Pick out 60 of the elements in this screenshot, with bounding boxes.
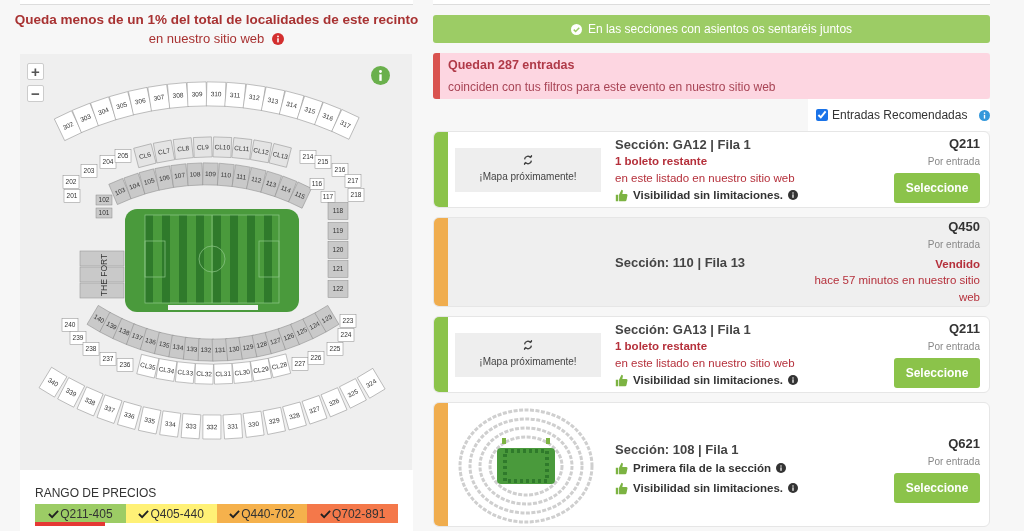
- zoom-in-button[interactable]: +: [27, 63, 44, 80]
- price-note: Por entrada: [927, 340, 980, 354]
- zoom-out-button[interactable]: −: [27, 85, 44, 102]
- map-placeholder-text: ¡Mapa próximamente!: [479, 170, 577, 184]
- price-note: Por entrada: [927, 455, 980, 469]
- recommended-checkbox[interactable]: [816, 109, 828, 121]
- notice-subtitle: en nuestro sitio web: [148, 29, 265, 48]
- seating-banner-text: En las secciones con asientos os sentaréis juntos: [587, 21, 853, 38]
- info-icon: [371, 66, 390, 85]
- feature-text: Visibilidad sin limitaciones.: [633, 480, 783, 496]
- listing-card[interactable]: Sección: 108 | Fila 1 Primera fila de la sección Visibilidad sin limitaciones. Q621 Por entrada Seleccione: [433, 402, 990, 527]
- section-row-label: Sección: 108 | Fila 1: [615, 441, 740, 458]
- check-icon: [48, 508, 60, 519]
- check-icon: [319, 508, 331, 519]
- alert-text: coinciden con tus filtros para este evento en nuestro sitio web: [448, 78, 777, 96]
- tickets-remaining: 1 boleto restante: [615, 338, 709, 354]
- section-row-label: Sección: GA13 | Fila 1: [615, 320, 752, 338]
- sold-note: hace 57 minutos en nuestro sitio web: [813, 272, 980, 305]
- price: Q211: [948, 321, 980, 337]
- thumbs-up-icon: [615, 188, 628, 202]
- info-icon: [788, 483, 798, 493]
- check-circle-icon: [570, 23, 582, 35]
- price-note: Por entrada: [927, 237, 980, 252]
- fort-section[interactable]: THE FORT: [79, 250, 125, 299]
- notice-title: Queda menos de un 1% del total de localidades de este recinto: [14, 10, 419, 29]
- info-icon: [788, 190, 798, 200]
- price: Q621: [948, 436, 980, 452]
- section-row-label: Sección: GA12 | Fila 1: [615, 135, 752, 153]
- refresh-icon: [523, 155, 533, 165]
- price-filter-chip[interactable]: Q440-702: [216, 504, 308, 523]
- map-placeholder-text: ¡Mapa próximamente!: [479, 355, 577, 369]
- feature-text: Visibilidad sin limitaciones.: [633, 372, 783, 388]
- alert-title: Quedan 287 entradas: [448, 57, 576, 75]
- price-range-title: RANGO DE PRECIOS: [35, 485, 158, 501]
- price: Q211: [948, 136, 980, 152]
- price-note: Por entrada: [927, 155, 980, 169]
- refresh-icon: [523, 340, 533, 350]
- check-icon: [138, 508, 150, 519]
- price-filter-chip[interactable]: Q702-891: [307, 504, 398, 523]
- check-icon: [229, 508, 241, 519]
- info-icon: [272, 32, 285, 45]
- section-row-label: Sección: 110 | Fila 13: [615, 253, 747, 271]
- remaining-note: en este listado en nuestro sitio web: [615, 170, 796, 186]
- feature-text: Primera fila de la sección: [633, 460, 772, 476]
- price: Q450: [948, 218, 980, 235]
- listing-card[interactable]: Sección: 110 | Fila 13 Q450 Por entrada Vendido hace 57 minutos en nuestro sitio web: [433, 217, 990, 307]
- remaining-note: en este listado en nuestro sitio web: [615, 355, 796, 371]
- thumbs-up-icon: [615, 373, 628, 387]
- listing-card[interactable]: ¡Mapa próximamente! Sección: GA13 | Fila 1 1 boleto restante en este listado en nuestro sitio web Visibilidad sin limitaciones. Q211 Por entrada Seleccione: [433, 316, 990, 393]
- tickets-remaining: 1 boleto restante: [615, 153, 709, 169]
- info-icon: [788, 375, 798, 385]
- price-filter-chip[interactable]: Q405-440: [125, 504, 217, 523]
- thumbs-up-icon: [615, 481, 628, 495]
- listing-card[interactable]: ¡Mapa próximamente! Sección: GA12 | Fila 1 1 boleto restante en este listado en nuestro sitio web Visibilidad sin limitaciones. Q211 Por entrada Seleccione: [433, 131, 990, 208]
- price-filter-chip[interactable]: Q211-405: [35, 504, 126, 523]
- recommended-label: Entradas Recomendadas: [832, 107, 968, 124]
- feature-text: Visibilidad sin limitaciones.: [633, 187, 783, 203]
- info-icon: [776, 463, 787, 473]
- thumbs-up-icon: [615, 461, 628, 475]
- sold-label: Vendido: [935, 256, 980, 272]
